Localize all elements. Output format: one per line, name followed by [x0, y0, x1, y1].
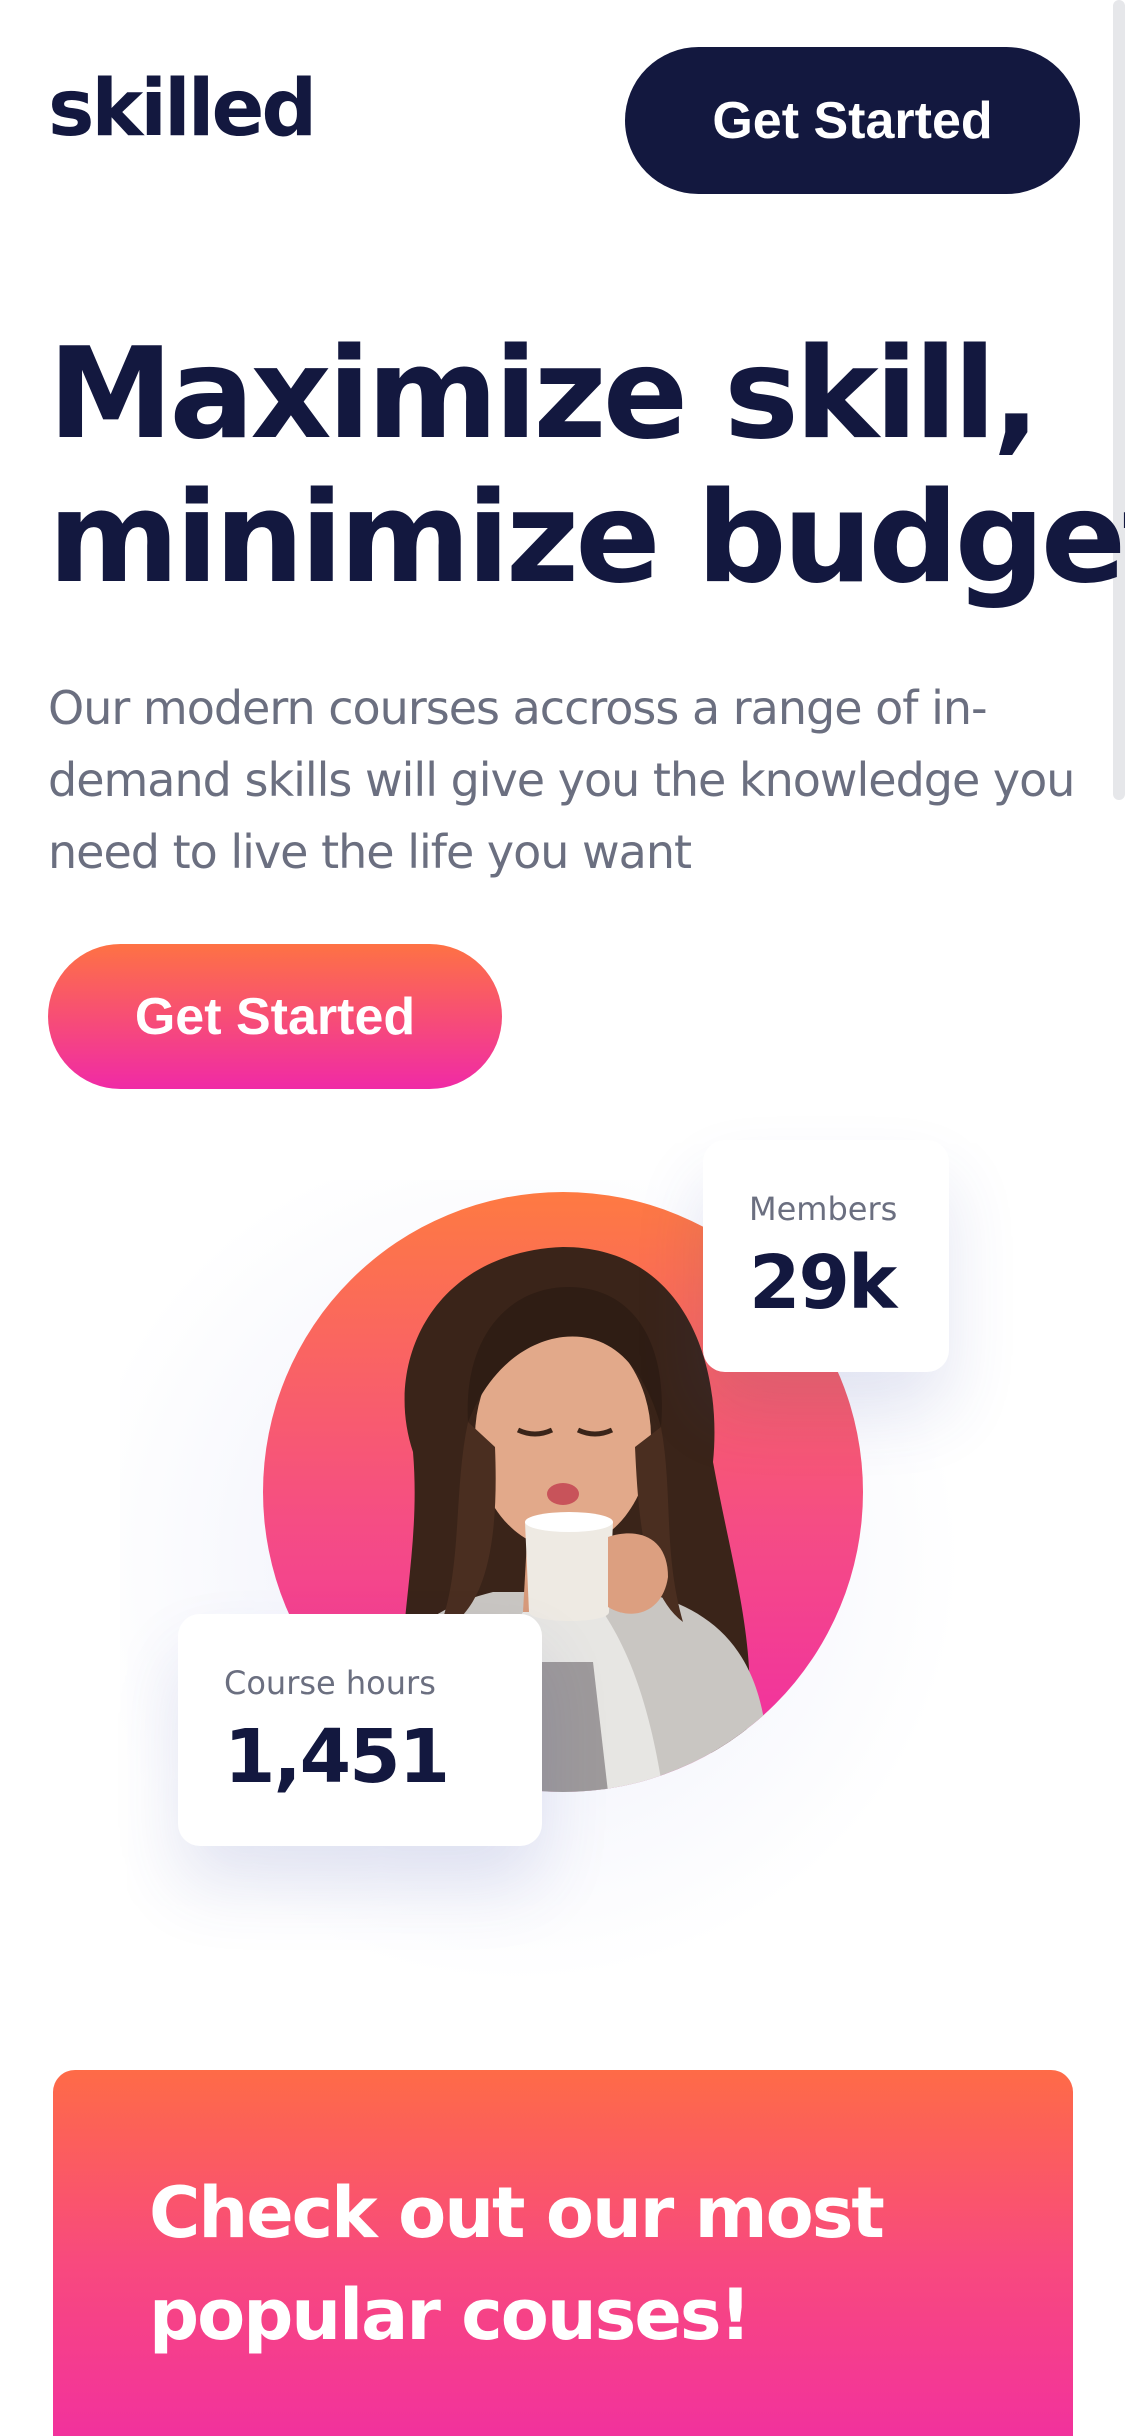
scrollbar[interactable]: [1113, 0, 1125, 800]
popular-courses-title: Check out our most popular couses!: [149, 2162, 969, 2366]
hero-title-line-2: minimize budget: [48, 464, 1125, 611]
hero-title: Maximize skill, minimize budget: [48, 320, 1125, 611]
popular-courses-title-line-2: popular couses!: [149, 2274, 751, 2356]
popular-courses-banner: Check out our most popular couses!: [53, 2070, 1073, 2436]
popular-courses-title-line-1: Check out our most: [149, 2172, 885, 2254]
course-hours-stat-card: Course hours 1,451: [178, 1614, 542, 1846]
course-hours-stat-label: Course hours: [224, 1664, 436, 1702]
course-hours-stat-value: 1,451: [224, 1714, 450, 1800]
hero-description: Our modern courses accross a range of in…: [48, 681, 1075, 879]
logo[interactable]: skilled: [48, 70, 317, 148]
hero-title-line-1: Maximize skill,: [48, 320, 1040, 467]
members-stat-value: 29k: [749, 1240, 897, 1326]
members-stat-label: Members: [749, 1190, 898, 1228]
header-get-started-button[interactable]: Get Started: [625, 47, 1080, 194]
hero-get-started-button[interactable]: Get Started: [48, 944, 502, 1089]
landing-page: skilled Get Started Maximize skill, mini…: [0, 0, 1125, 2436]
members-stat-card: Members 29k: [703, 1140, 949, 1372]
